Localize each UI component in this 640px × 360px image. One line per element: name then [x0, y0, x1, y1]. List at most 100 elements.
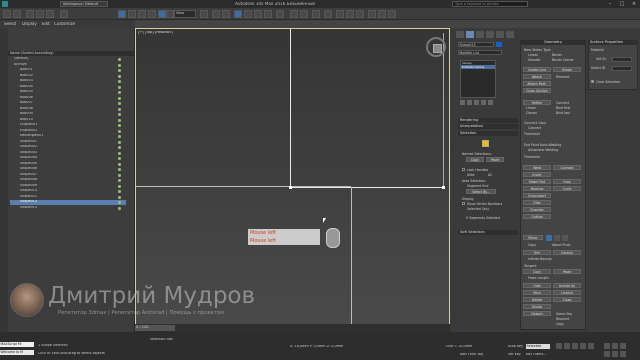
time-slider-handle[interactable]: 0 / 100 [135, 325, 175, 331]
explorer-row[interactable]: Box002 [10, 74, 126, 79]
display-tab-icon[interactable] [496, 31, 504, 38]
visibility-icon[interactable] [118, 80, 121, 83]
explorer-row[interactable]: Ellipse002 [10, 129, 126, 134]
time-slider[interactable]: 0 / 100 [135, 324, 450, 332]
curve-editor-icon[interactable] [336, 10, 344, 18]
fillet-button[interactable]: Fillet [523, 200, 551, 205]
explorer-row[interactable]: Shape006 [10, 167, 126, 172]
visibility-icon[interactable] [118, 124, 121, 127]
configure-sets-icon[interactable] [488, 100, 493, 105]
viewcube-icon[interactable] [426, 37, 446, 57]
explorer-row[interactable]: Ellipse001 [10, 123, 126, 128]
link-icon[interactable] [26, 10, 34, 18]
explorer-row[interactable]: Box007 [10, 101, 126, 106]
window-crossing-icon[interactable] [148, 10, 156, 18]
spline-line-3[interactable] [136, 186, 351, 187]
move-icon[interactable] [158, 10, 166, 18]
mirror-horizontal-icon[interactable] [546, 235, 552, 241]
viewport-label[interactable]: [+] [Top] [Realistic] [138, 31, 173, 35]
rendered-frame-icon[interactable] [378, 10, 386, 18]
hierarchy-tab-icon[interactable] [476, 31, 484, 38]
visibility-icon[interactable] [118, 184, 121, 188]
explorer-row[interactable]: Box009 [10, 112, 126, 117]
explorer-row[interactable]: (default) [10, 57, 126, 62]
visibility-icon[interactable] [118, 140, 121, 144]
schematic-view-icon[interactable] [346, 10, 354, 18]
explorer-row[interactable]: Shape002 [10, 145, 126, 150]
explorer-row[interactable]: Box004 [10, 85, 126, 90]
maxscript-output[interactable]: Welcome to M [0, 350, 34, 355]
explorer-column-header[interactable]: Name (Sorted Ascending) [8, 51, 134, 56]
explorer-row[interactable]: Shape009 [10, 184, 126, 189]
align-icon[interactable] [300, 10, 308, 18]
layer-manager-icon[interactable] [312, 10, 320, 18]
search-input[interactable]: Type a keyword or phrase [452, 1, 528, 7]
next-frame-icon[interactable] [580, 343, 586, 349]
rect-selection-icon[interactable] [138, 10, 146, 18]
auto-key-button[interactable]: Auto Key [508, 345, 523, 348]
show-end-result-icon[interactable] [467, 100, 472, 105]
angle-snap-icon[interactable] [244, 10, 252, 18]
make-first-button[interactable]: Make First [523, 179, 551, 184]
explorer-row[interactable]: Shape007 [10, 173, 126, 178]
previous-frame-icon[interactable] [564, 343, 570, 349]
visibility-icon[interactable] [118, 179, 121, 182]
unhide-all-button[interactable]: Unhide All [553, 283, 581, 288]
graphite-toggle-icon[interactable] [324, 10, 332, 18]
visibility-icon[interactable] [118, 206, 121, 210]
spline-line-4[interactable] [351, 187, 352, 333]
visibility-icon[interactable] [118, 195, 121, 199]
rotate-icon[interactable] [166, 10, 174, 18]
select-by-button[interactable]: Select By... [466, 189, 496, 194]
rollout-interpolation[interactable]: Interpolation [458, 124, 518, 129]
visibility-icon[interactable] [118, 190, 121, 193]
render-setup-icon[interactable] [368, 10, 376, 18]
extend-button[interactable]: Extend [553, 250, 581, 255]
detach-button[interactable]: Detach [523, 311, 551, 316]
vertex-mode-icon[interactable] [482, 140, 489, 147]
visibility-icon[interactable] [118, 113, 121, 116]
explorer-row[interactable]: Box008 [10, 107, 126, 112]
explorer-row[interactable]: Box003 [10, 79, 126, 84]
selected-dropdown[interactable]: Selected [526, 344, 550, 349]
mirror-button[interactable]: Mirror [523, 235, 543, 240]
spinner-snap-icon[interactable] [264, 10, 272, 18]
visibility-icon[interactable] [118, 118, 121, 122]
paste-tangent-button[interactable]: Paste [553, 269, 581, 274]
select-manipulate-icon[interactable] [212, 10, 220, 18]
spline-line-1[interactable] [290, 29, 291, 187]
delete-button[interactable]: Delete [523, 297, 551, 302]
set-key-button[interactable]: Set Key [508, 353, 521, 356]
vertex-marker[interactable] [289, 186, 292, 189]
copy-tangent-button[interactable]: Copy [523, 269, 551, 274]
reference-coord-dropdown[interactable]: View [174, 10, 196, 18]
explorer-row[interactable]: Shape010 [10, 189, 126, 194]
crossinsert-button[interactable]: CrossInsert [523, 193, 551, 198]
maxscript-listener[interactable]: MAXScript Mi [0, 342, 34, 347]
visibility-icon[interactable] [118, 151, 121, 155]
utilities-tab-icon[interactable] [506, 31, 514, 38]
object-color-swatch[interactable] [496, 42, 502, 47]
cross-section-button[interactable]: Cross Section [523, 88, 551, 93]
rollout-rendering[interactable]: Rendering [458, 118, 518, 123]
add-time-tag[interactable]: Add Time Tag [460, 353, 483, 356]
remove-modifier-icon[interactable] [481, 100, 486, 105]
explorer-row[interactable]: Box001 [10, 68, 126, 73]
break-button[interactable]: Break [553, 67, 581, 72]
mirror-vertical-icon[interactable] [554, 235, 560, 241]
rollout-soft-selection[interactable]: Soft Selection [458, 230, 518, 235]
mirror-icon[interactable] [290, 10, 298, 18]
connect-button[interactable]: Connect [553, 165, 581, 170]
play-icon[interactable] [572, 343, 578, 349]
menu-edit[interactable]: Edit [42, 22, 50, 26]
modify-tab-icon[interactable] [466, 31, 474, 38]
divide-button[interactable]: Divide [523, 304, 551, 309]
explorer-row[interactable]: Rectangle001 [10, 134, 126, 139]
pin-stack-icon[interactable] [460, 100, 465, 105]
selection-filter-dropdown[interactable] [60, 10, 68, 18]
rollout-selection[interactable]: Selection [458, 131, 518, 136]
orbit-icon[interactable] [612, 351, 618, 357]
zoom-all-icon[interactable] [612, 343, 618, 349]
explorer-row[interactable]: Shape003 [10, 151, 126, 156]
percent-snap-icon[interactable] [254, 10, 262, 18]
